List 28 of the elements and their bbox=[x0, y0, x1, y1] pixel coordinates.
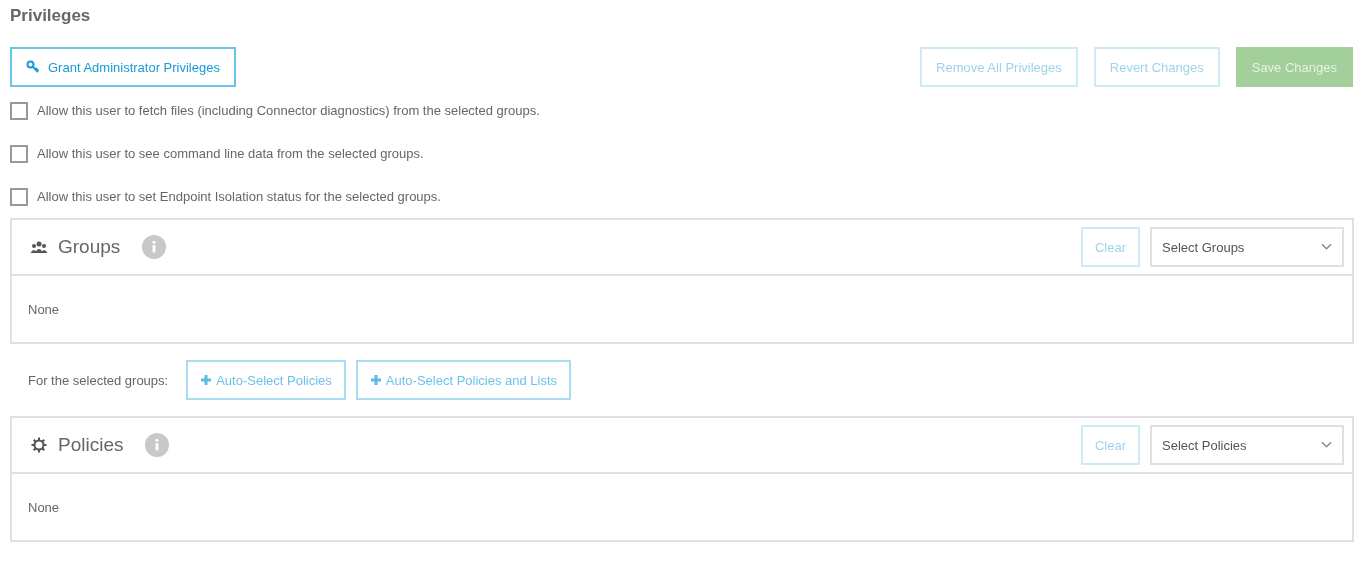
section-title: Privileges bbox=[10, 6, 92, 27]
panel-title: Policies bbox=[58, 434, 124, 456]
clear-button[interactable]: Clear bbox=[1080, 227, 1140, 267]
empty-text: None bbox=[28, 301, 60, 317]
checkbox[interactable] bbox=[10, 187, 28, 206]
select-dropdown[interactable]: Select Groups bbox=[1150, 227, 1344, 267]
auto-select-button[interactable]: Auto-Select Policies and Lists bbox=[355, 360, 572, 400]
help-icon[interactable] bbox=[145, 433, 170, 457]
help-icon[interactable] bbox=[142, 235, 167, 259]
key-icon bbox=[26, 60, 40, 74]
clear-button[interactable]: Clear bbox=[1080, 425, 1140, 465]
checkbox[interactable] bbox=[10, 144, 28, 163]
auto-select-button[interactable]: Auto-Select Policies bbox=[186, 360, 346, 400]
select-dropdown[interactable]: Select Policies bbox=[1150, 425, 1344, 465]
grant-admin-button[interactable]: Grant Administrator Privileges bbox=[10, 47, 236, 87]
option-label: Allow this user to set Endpoint Isolation status for the selected groups. bbox=[37, 189, 441, 204]
plus-icon bbox=[369, 374, 382, 386]
panel-title: Groups bbox=[58, 236, 121, 258]
option-label: Allow this user to see command line data from the selected groups. bbox=[37, 146, 424, 161]
people-icon bbox=[30, 239, 48, 255]
chevron-down-icon bbox=[1321, 441, 1332, 449]
chevron-down-icon bbox=[1321, 243, 1332, 251]
checkbox[interactable] bbox=[10, 101, 28, 120]
plus-icon bbox=[200, 374, 213, 386]
option-label: Allow this user to fetch files (including Connector diagnostics) from the selected groups. bbox=[37, 103, 540, 118]
gear-icon bbox=[30, 437, 48, 453]
empty-text: None bbox=[28, 499, 60, 515]
auto-select-label: For the selected groups: bbox=[28, 372, 169, 388]
